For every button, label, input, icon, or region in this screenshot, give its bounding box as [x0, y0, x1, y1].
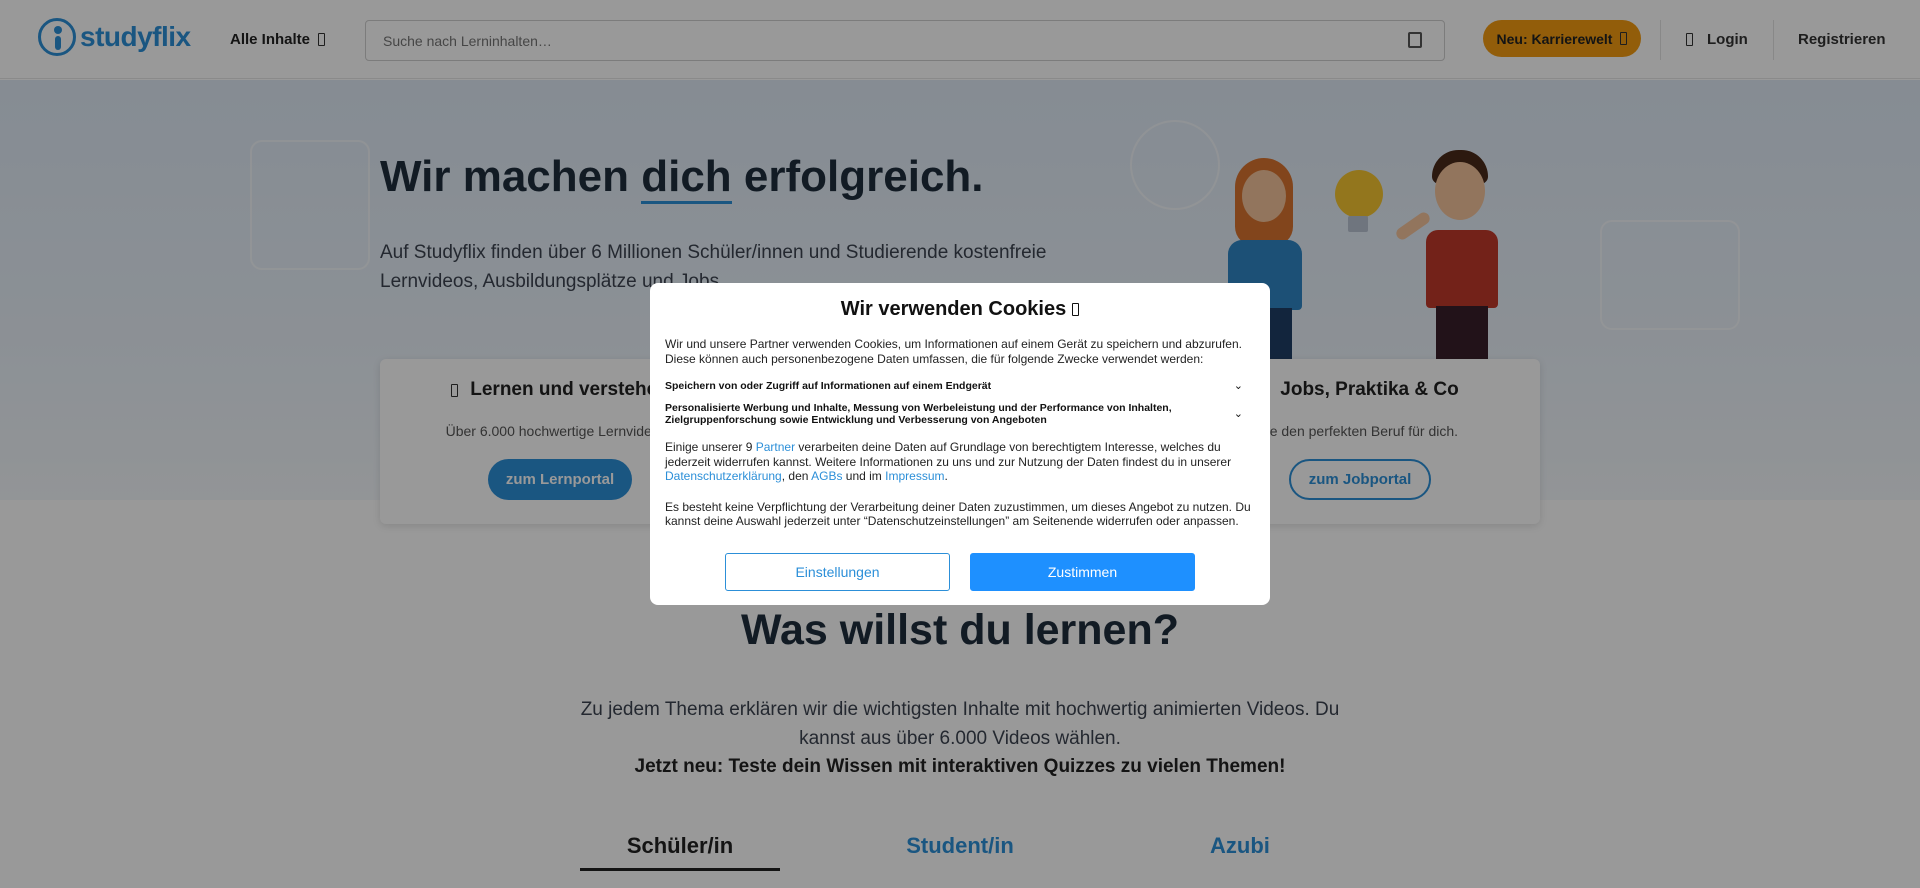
cookie-consent-dialog: Wir verwenden Cookies Wir und unsere Par…: [650, 283, 1270, 605]
text-fragment: Einige unserer 9: [665, 440, 756, 454]
partner-link[interactable]: Partner: [756, 440, 795, 454]
chevron-down-icon: ⌄: [1233, 380, 1243, 392]
cookie-partner-text: Einige unserer 9 Partner verarbeiten dei…: [665, 440, 1255, 484]
purpose-storage-label: Speichern von oder Zugriff auf Informati…: [665, 380, 992, 392]
cookie-accept-button[interactable]: Zustimmen: [970, 553, 1195, 591]
purpose-ads-label: Personalisierte Werbung und Inhalte, Mes…: [665, 402, 1172, 426]
cookie-dialog-title: Wir verwenden Cookies: [665, 298, 1255, 321]
text-fragment: , den: [781, 469, 812, 483]
cookie-dialog-actions: Einstellungen Zustimmen: [650, 553, 1270, 591]
terms-link[interactable]: AGBs: [811, 469, 842, 483]
text-fragment: und im: [842, 469, 886, 483]
chevron-down-icon: ⌄: [1233, 408, 1243, 420]
purpose-storage[interactable]: Speichern von oder Zugriff auf Informati…: [665, 380, 1255, 392]
cookie-obligation-text: Es besteht keine Verpflichtung der Verar…: [665, 499, 1251, 529]
cookie-icon: [1072, 303, 1080, 316]
purpose-personalized-ads[interactable]: Personalisierte Werbung und Inhalte, Mes…: [665, 402, 1255, 426]
cookie-intro-text: Wir und unsere Partner verwenden Cookies…: [665, 337, 1242, 366]
cookie-settings-button[interactable]: Einstellungen: [725, 553, 950, 591]
text-fragment: .: [944, 469, 948, 483]
cookie-dialog-title-text: Wir verwenden Cookies: [840, 298, 1067, 320]
imprint-link[interactable]: Impressum: [885, 469, 944, 483]
privacy-policy-link[interactable]: Datenschutzerklärung: [665, 469, 782, 483]
